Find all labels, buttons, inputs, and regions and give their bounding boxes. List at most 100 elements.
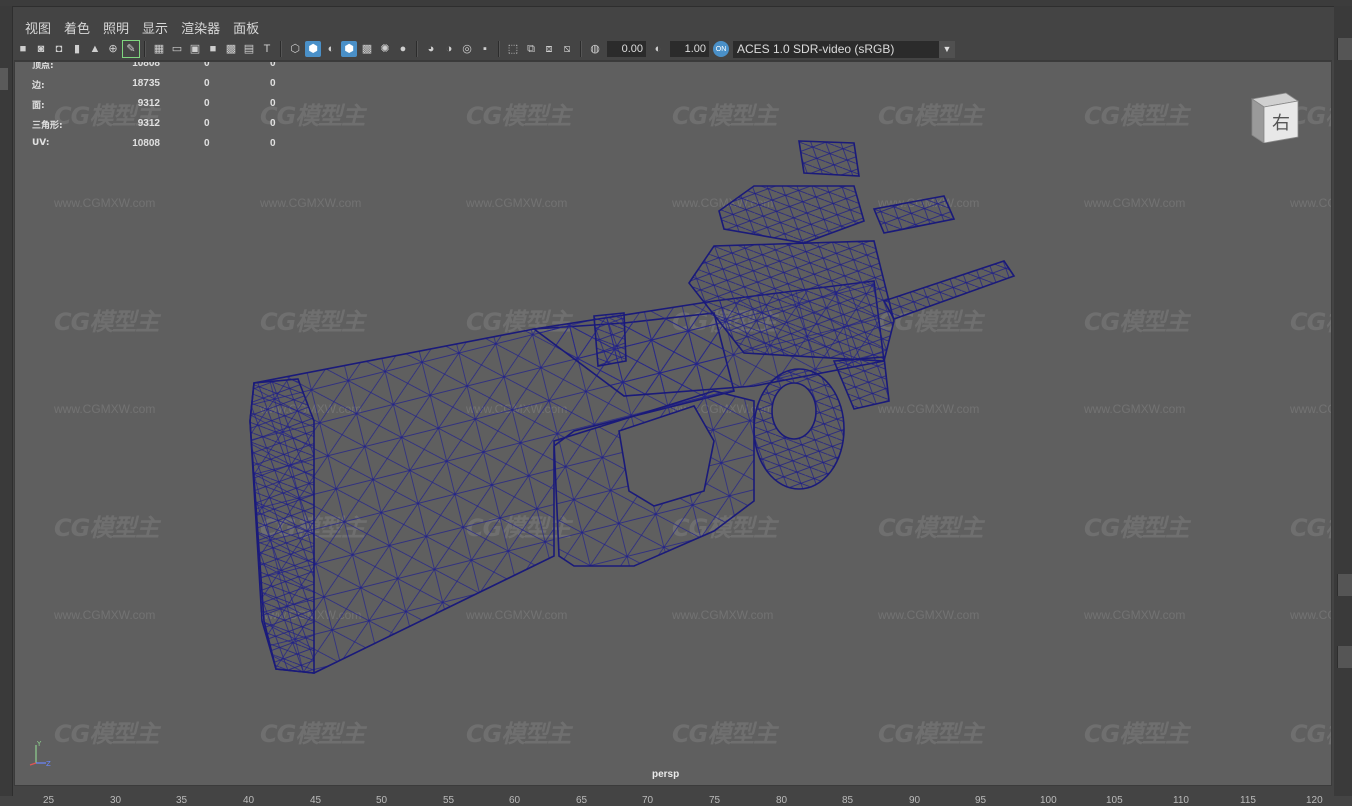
stat-label: UV: bbox=[32, 138, 50, 148]
camera-attributes-icon[interactable]: ◙ bbox=[33, 41, 49, 57]
stat-value: 0 bbox=[270, 61, 276, 69]
resolution-gate-icon[interactable]: ▣ bbox=[187, 41, 203, 57]
2d-pan-zoom-icon[interactable]: ⊕ bbox=[105, 41, 121, 57]
use-all-lights-icon[interactable]: ✺ bbox=[377, 41, 393, 57]
stat-row-triangles: 三角形: 9312 0 0 bbox=[32, 118, 302, 141]
panel-menu-bar: 视图 着色 照明 显示 渲染器 面板 bbox=[14, 16, 1332, 38]
ruler-tick: 90 bbox=[909, 795, 921, 806]
ruler-tick: 25 bbox=[43, 795, 55, 806]
axis-y-label: Y bbox=[36, 740, 42, 748]
view-cube[interactable]: 右 bbox=[1248, 91, 1300, 143]
field-chart-icon[interactable]: ▩ bbox=[223, 41, 239, 57]
ruler-tick: 60 bbox=[509, 795, 521, 806]
bookmark-camera-icon[interactable]: ◘ bbox=[51, 41, 67, 57]
stat-row-uvs: UV: 10808 0 0 bbox=[32, 138, 302, 161]
stat-value: 10808 bbox=[132, 61, 160, 69]
ruler-tick: 110 bbox=[1173, 795, 1189, 806]
chevron-down-icon[interactable]: ▼ bbox=[939, 40, 955, 58]
left-shelf-strip bbox=[0, 6, 13, 796]
motion-blur-icon[interactable]: ◑ bbox=[441, 41, 457, 57]
stat-row-vertices: 顶点: 10808 0 0 bbox=[32, 61, 302, 81]
ruler-tick: 40 bbox=[243, 795, 255, 806]
menu-renderer[interactable]: 渲染器 bbox=[181, 18, 220, 37]
view-transform-select[interactable]: ACES 1.0 SDR-video (sRGB) ▼ bbox=[733, 40, 955, 58]
view-transform-value: ACES 1.0 SDR-video (sRGB) bbox=[737, 41, 895, 56]
stat-value: 0 bbox=[204, 61, 210, 69]
menu-shading[interactable]: 着色 bbox=[64, 18, 90, 37]
right-panel-tab[interactable] bbox=[1337, 646, 1352, 668]
stat-value: 10808 bbox=[132, 138, 160, 149]
ruler-tick: 65 bbox=[576, 795, 588, 806]
smooth-shade-icon[interactable]: ⬢ bbox=[305, 41, 321, 57]
3d-viewport[interactable]: CG模型主 www.CGMXW.com CG模型主 www.CGMXW.com CG模型… bbox=[14, 61, 1332, 786]
stat-row-edges: 边: 18735 0 0 bbox=[32, 78, 302, 101]
shadows-icon[interactable]: ● bbox=[395, 41, 411, 57]
stat-label: 顶点: bbox=[32, 61, 54, 71]
menu-panels[interactable]: 面板 bbox=[233, 18, 259, 37]
view-cube-label: 右 bbox=[1272, 113, 1290, 134]
stat-label: 面: bbox=[32, 101, 45, 111]
stat-row-faces: 面: 9312 0 0 bbox=[32, 98, 302, 121]
axis-gizmo: Y Z bbox=[29, 740, 51, 767]
ruler-tick: 75 bbox=[709, 795, 721, 806]
menu-show[interactable]: 显示 bbox=[142, 18, 168, 37]
ruler-tick: 80 bbox=[776, 795, 788, 806]
xray-joints-icon[interactable]: ⧅ bbox=[559, 41, 575, 57]
stat-label: 边: bbox=[32, 81, 45, 91]
stat-value: 9312 bbox=[137, 118, 160, 129]
grease-pencil-icon[interactable]: ✎ bbox=[122, 40, 140, 58]
safe-action-icon[interactable]: ▤ bbox=[241, 41, 257, 57]
ruler-tick: 115 bbox=[1240, 795, 1256, 806]
bookmark-icon[interactable]: ▮ bbox=[69, 41, 85, 57]
time-ruler[interactable]: 25 30 35 40 45 50 55 60 65 70 75 80 85 9… bbox=[0, 795, 1352, 806]
gamma-icon[interactable]: ◐ bbox=[650, 41, 666, 57]
wireframe-icon[interactable]: ⬡ bbox=[287, 41, 303, 57]
image-plane-icon[interactable]: ▲ bbox=[87, 41, 103, 57]
color-management-icon[interactable]: ON bbox=[713, 41, 729, 57]
top-strip bbox=[0, 0, 1352, 7]
ruler-tick: 100 bbox=[1040, 795, 1057, 806]
axis-z-label: Z bbox=[46, 760, 51, 767]
safe-title-icon[interactable]: T bbox=[259, 41, 275, 57]
right-panel-tab[interactable] bbox=[1337, 574, 1352, 596]
camera-label: persp bbox=[652, 769, 680, 780]
exposure-icon[interactable]: ◍ bbox=[587, 41, 603, 57]
stat-value: 0 bbox=[204, 118, 210, 129]
isolate-select-icon[interactable]: ⬚ bbox=[505, 41, 521, 57]
film-gate-icon[interactable]: ▭ bbox=[169, 41, 185, 57]
exposure-field[interactable]: 0.00 bbox=[607, 41, 646, 57]
gamma-field[interactable]: 1.00 bbox=[670, 41, 709, 57]
xray-active-icon[interactable]: ⧈ bbox=[541, 41, 557, 57]
ruler-tick: 55 bbox=[443, 795, 455, 806]
stat-value: 0 bbox=[270, 138, 276, 149]
depth-of-field-icon[interactable]: ▪ bbox=[477, 41, 493, 57]
stat-value: 18735 bbox=[132, 78, 160, 89]
multisample-aa-icon[interactable]: ◎ bbox=[459, 41, 475, 57]
grid-icon[interactable]: ▦ bbox=[151, 41, 167, 57]
panel-toolbar: ■ ◙ ◘ ▮ ▲ ⊕ ✎ ▦ ▭ ▣ ■ ▩ ▤ T ⬡ ⬢ ◐ ⬢ ▩ ✺ … bbox=[14, 38, 1332, 61]
right-panel-strip bbox=[1334, 6, 1352, 796]
ruler-tick: 45 bbox=[310, 795, 322, 806]
wireframe-on-shaded-icon[interactable]: ⬢ bbox=[341, 41, 357, 57]
ruler-tick: 85 bbox=[842, 795, 854, 806]
ruler-tick: 35 bbox=[176, 795, 188, 806]
left-collapse-handle[interactable] bbox=[0, 68, 8, 90]
poly-count-hud: 顶点: 10808 0 0 边: 18735 0 0 面: 9312 0 0 三… bbox=[32, 61, 302, 161]
stat-value: 9312 bbox=[137, 98, 160, 109]
stat-value: 0 bbox=[204, 98, 210, 109]
xray-icon[interactable]: ⧉ bbox=[523, 41, 539, 57]
menu-view[interactable]: 视图 bbox=[25, 18, 51, 37]
camera-icon[interactable]: ■ bbox=[15, 41, 31, 57]
stat-value: 0 bbox=[204, 138, 210, 149]
textured-icon[interactable]: ▩ bbox=[359, 41, 375, 57]
default-material-icon[interactable]: ◐ bbox=[323, 41, 339, 57]
menu-lighting[interactable]: 照明 bbox=[103, 18, 129, 37]
stat-value: 0 bbox=[204, 78, 210, 89]
stat-label: 三角形: bbox=[32, 121, 63, 131]
gun-wireframe-model[interactable] bbox=[14, 61, 1332, 786]
gate-mask-icon[interactable]: ■ bbox=[205, 41, 221, 57]
screen-space-ao-icon[interactable]: ◕ bbox=[423, 41, 439, 57]
stat-value: 0 bbox=[270, 118, 276, 129]
right-panel-tab[interactable] bbox=[1337, 38, 1352, 60]
ruler-tick: 30 bbox=[110, 795, 122, 806]
